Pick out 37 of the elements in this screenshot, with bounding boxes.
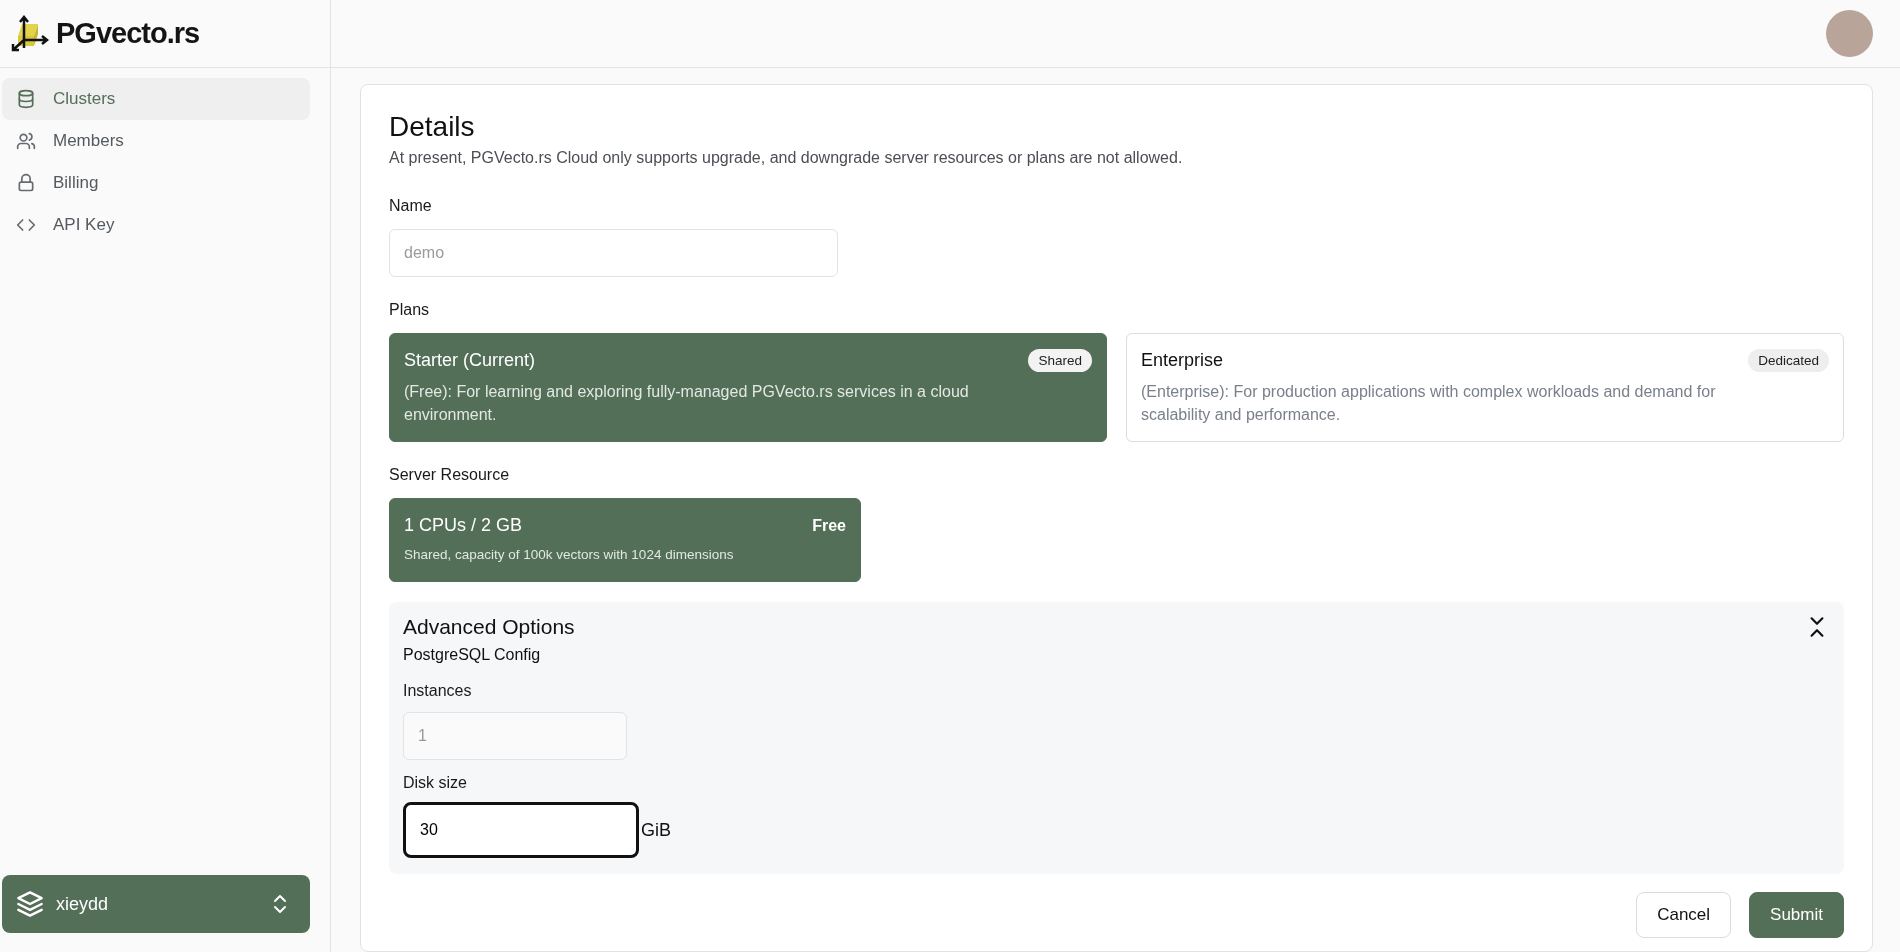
resource-description: Shared, capacity of 100k vectors with 1024 dimensions [404, 546, 735, 564]
nav-item[interactable]: Clusters [2, 78, 310, 120]
database-icon [16, 89, 36, 109]
unit-label: GiB [641, 819, 671, 841]
server-resource-label: Server Resource [389, 466, 511, 484]
nav-item[interactable]: Billing [2, 162, 310, 204]
plan-option[interactable]: Enterprise Dedicated (Enterprise): For production applications with complex workloads and demand for scalability and performance. [1126, 333, 1844, 442]
plan-description: (Enterprise): For production applications with complex workloads and demand for scalability and performance. [1141, 382, 1717, 426]
plan-description: (Free): For learning and exploring fully-managed PGVecto.rs services in a cloud environment. [404, 382, 970, 426]
brand-name: PGvecto.rs [56, 17, 200, 50]
resource-name: 1 CPUs / 2 GB [404, 515, 523, 536]
plan-name: Starter (Current) [404, 350, 536, 371]
name-input[interactable]: demo [389, 229, 838, 277]
name-label: Name [389, 197, 433, 215]
disk-size-label: Disk size [403, 774, 468, 792]
postgresql-config-heading: PostgreSQL Config [403, 646, 542, 664]
plan-badge: Shared [1028, 349, 1092, 372]
disk-size-input[interactable]: 30 [403, 802, 639, 858]
nav-item[interactable]: API Key [2, 204, 310, 246]
details-subtitle: At present, PGVecto.rs Cloud only supports upgrade, and downgrade server resources or plans are not allowed. [389, 149, 1184, 167]
instances-label: Instances [403, 682, 473, 700]
details-title: Details [389, 111, 476, 143]
plan-badge: Dedicated [1748, 349, 1829, 372]
price-label: Free [812, 516, 846, 535]
submit-button[interactable]: Submit [1749, 892, 1844, 938]
nav-item[interactable]: Members [2, 120, 310, 162]
layers-icon [16, 890, 44, 918]
plans-label: Plans [389, 301, 431, 319]
instances-input[interactable]: 1 [403, 712, 627, 760]
workspace-switcher[interactable]: xieydd [2, 875, 310, 933]
plan-option[interactable]: Starter (Current) Shared (Free): For learning and exploring fully-managed PGVecto.rs services in a cloud environment. [389, 333, 1107, 442]
users-icon [16, 131, 36, 151]
advanced-options-title: Advanced Options [403, 615, 575, 639]
cancel-button[interactable]: Cancel [1636, 892, 1732, 938]
resource-option[interactable]: 1 CPUs / 2 GB Free Shared, capacity of 100k vectors with 1024 dimensions [389, 498, 861, 582]
plan-name: Enterprise [1141, 350, 1224, 371]
lock-icon [16, 173, 36, 193]
